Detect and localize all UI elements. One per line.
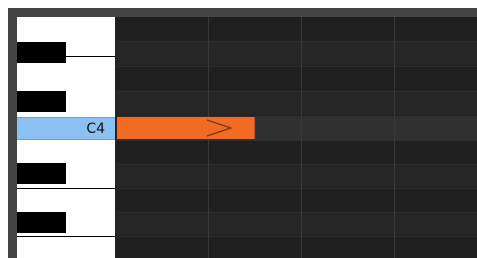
grid-row[interactable] — [117, 17, 477, 40]
grid-row[interactable] — [117, 236, 477, 258]
grid-line — [117, 212, 477, 213]
white-key-separator — [17, 236, 115, 237]
key-label: C4 — [86, 121, 105, 137]
grid-row[interactable] — [117, 42, 477, 65]
grid-row[interactable] — [117, 212, 477, 235]
grid-line — [117, 66, 477, 67]
grid-row[interactable] — [117, 67, 477, 90]
note-grid[interactable] — [117, 17, 477, 258]
black-key[interactable] — [17, 91, 66, 112]
grid-line — [117, 188, 477, 189]
grid-line — [117, 41, 477, 42]
piano-keyboard: C4 — [17, 17, 115, 258]
white-key-separator — [17, 188, 115, 189]
editor-left-border — [8, 8, 17, 258]
grid-line — [117, 140, 477, 141]
black-key[interactable] — [17, 163, 66, 184]
white-key-separator — [17, 56, 115, 57]
grid-row[interactable] — [117, 188, 477, 211]
beat-line — [301, 17, 302, 258]
beat-line — [394, 17, 395, 258]
midi-note-c4[interactable] — [117, 117, 255, 139]
piano-roll-editor: C4 — [0, 0, 477, 258]
grid-line — [117, 236, 477, 237]
piano-key-c4[interactable]: C4 — [17, 117, 115, 140]
black-key[interactable] — [17, 42, 66, 63]
black-key[interactable] — [17, 212, 66, 233]
grid-row[interactable] — [117, 140, 477, 163]
chevron-right-icon — [206, 119, 233, 137]
grid-line — [117, 91, 477, 92]
editor-top-border — [8, 8, 477, 17]
grid-row[interactable] — [117, 92, 477, 115]
grid-row[interactable] — [117, 164, 477, 187]
grid-line — [117, 164, 477, 165]
